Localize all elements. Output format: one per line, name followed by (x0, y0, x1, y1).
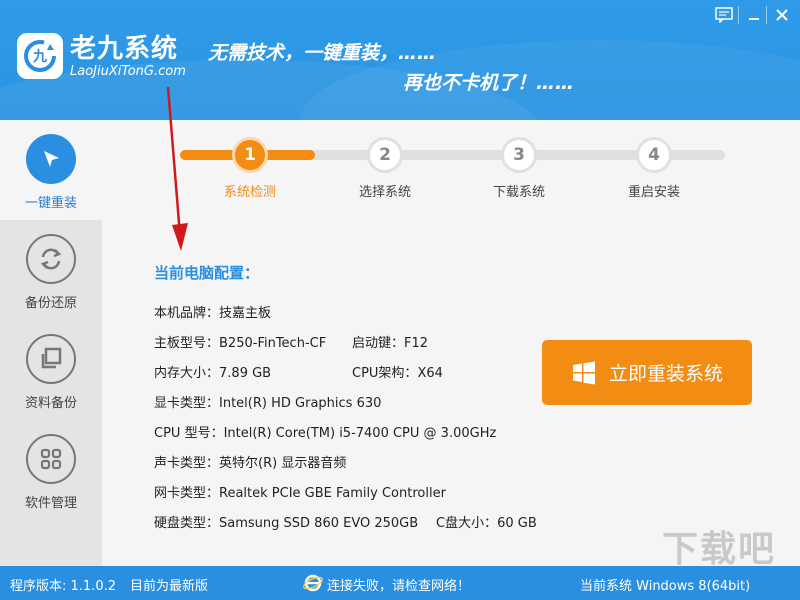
refresh-icon (26, 234, 76, 284)
config-row-gpu: 显卡类型：Intel(R) HD Graphics 630 (154, 392, 381, 411)
watermark: 下载吧 (662, 529, 777, 570)
config-row-memory: 内存大小：7.89 GB (154, 362, 271, 381)
step-2-circle: 2 (367, 137, 403, 173)
config-value: 英特尔(R) 显示器音频 (219, 456, 347, 471)
config-label: 声卡类型： (154, 456, 220, 471)
config-label: 启动键： (352, 336, 405, 351)
minimize-icon (749, 18, 759, 20)
config-label: 本机品牌： (154, 306, 220, 321)
config-value: 60 GB (497, 516, 537, 531)
step-4-label: 重启安装 (627, 185, 680, 200)
config-value: Samsung SSD 860 EVO 250GB (219, 516, 419, 531)
config-value: X64 (417, 366, 443, 381)
config-row-board: 主板型号：B250-FinTech-CF (154, 332, 326, 351)
network-status: 连接失败，请检查网络！ (327, 579, 471, 594)
config-row-cpu: CPU 型号：Intel(R) Core(TM) i5-7400 CPU @ 3… (154, 422, 496, 441)
config-title: 当前电脑配置： (154, 264, 260, 282)
close-icon (776, 9, 788, 21)
config-value: F12 (404, 336, 429, 351)
step-1-label: 系统检测 (223, 185, 276, 200)
current-system: 当前系统 Windows 8(64bit) (580, 579, 751, 594)
sidebar: 一键重装 备份还原 资料备份 软件管理 (0, 120, 102, 566)
config-value: Intel(R) Core(TM) i5-7400 CPU @ 3.00GHz (223, 426, 497, 441)
config-row-nic: 网卡类型：Realtek PCIe GBE Family Controller (154, 482, 446, 501)
program-version: 程序版本: 1.1.0.2 (10, 579, 116, 594)
divider (738, 6, 739, 24)
chat-icon (715, 7, 733, 23)
cursor-icon (26, 134, 76, 184)
step-3-label: 下载系统 (492, 185, 545, 200)
config-row-sound: 声卡类型：英特尔(R) 显示器音频 (154, 452, 346, 471)
config-row-cdrive: C盘大小：60 GB (436, 512, 537, 531)
app-header: 九 老九系统 LaoJiuXiTonG.com 无需技术，一键重装，…… 再也不… (0, 0, 800, 120)
brand-url: LaoJiuXiTonG.com (70, 64, 186, 79)
svg-text:九: 九 (32, 49, 47, 65)
slogan-line1: 无需技术，一键重装，…… (208, 42, 437, 64)
config-value: Intel(R) HD Graphics 630 (219, 396, 382, 411)
config-label: CPU 型号： (154, 426, 224, 441)
step-3-circle: 3 (501, 137, 537, 173)
config-label: 内存大小： (154, 366, 220, 381)
sidebar-item-label: 备份还原 (24, 296, 77, 311)
config-label: 网卡类型： (154, 486, 220, 501)
feedback-button[interactable] (710, 4, 738, 26)
config-label: 主板型号： (154, 336, 220, 351)
copy-icon (26, 334, 76, 384)
config-label: 显卡类型： (154, 396, 220, 411)
config-row-bootkey: 启动键：F12 (352, 332, 428, 351)
step-4-circle: 4 (636, 137, 672, 173)
config-row-cpuarch: CPU架构：X64 (352, 362, 443, 381)
grid-icon (26, 434, 76, 484)
sidebar-item-label: 资料备份 (24, 396, 77, 411)
step-2-label: 选择系统 (358, 185, 411, 200)
internet-explorer-icon (303, 574, 323, 592)
sidebar-item-software[interactable]: 软件管理 (0, 420, 102, 520)
config-value: Realtek PCIe GBE Family Controller (219, 486, 446, 501)
sidebar-item-backup-restore[interactable]: 备份还原 (0, 220, 102, 320)
divider (766, 6, 767, 24)
step-1-circle: 1 (232, 137, 268, 173)
progress-steps: 1 2 3 4 系统检测 选择系统 下载系统 重启安装 (180, 135, 725, 200)
reinstall-now-button[interactable]: 立即重装系统 (542, 340, 752, 405)
status-bar: 程序版本: 1.1.0.2 目前为最新版 连接失败，请检查网络！ 当前系统 Wi… (0, 566, 800, 600)
slogan-line2: 再也不卡机了！…… (403, 72, 575, 94)
config-label: CPU架构： (352, 366, 418, 381)
sidebar-item-label: 一键重装 (24, 196, 77, 211)
sidebar-item-label: 软件管理 (24, 496, 77, 511)
config-label: C盘大小： (436, 516, 498, 531)
close-button[interactable] (768, 4, 796, 26)
config-value: 7.89 GB (219, 366, 272, 381)
windows-logo-icon (572, 361, 595, 384)
brand-name: 老九系统 (70, 34, 179, 64)
minimize-button[interactable] (740, 4, 768, 26)
config-value: B250-FinTech-CF (219, 336, 327, 351)
update-status: 目前为最新版 (130, 579, 209, 594)
sidebar-item-data-backup[interactable]: 资料备份 (0, 320, 102, 420)
reinstall-now-label: 立即重装系统 (608, 363, 723, 385)
config-row-disk: 硬盘类型：Samsung SSD 860 EVO 250GB (154, 512, 418, 531)
sidebar-item-reinstall[interactable]: 一键重装 (0, 120, 102, 220)
logo-icon: 九 (17, 33, 63, 79)
config-value: 技嘉主板 (219, 306, 272, 321)
config-label: 硬盘类型： (154, 516, 220, 531)
annotation-arrow-icon (166, 86, 188, 251)
config-row-brand: 本机品牌：技嘉主板 (154, 302, 271, 321)
